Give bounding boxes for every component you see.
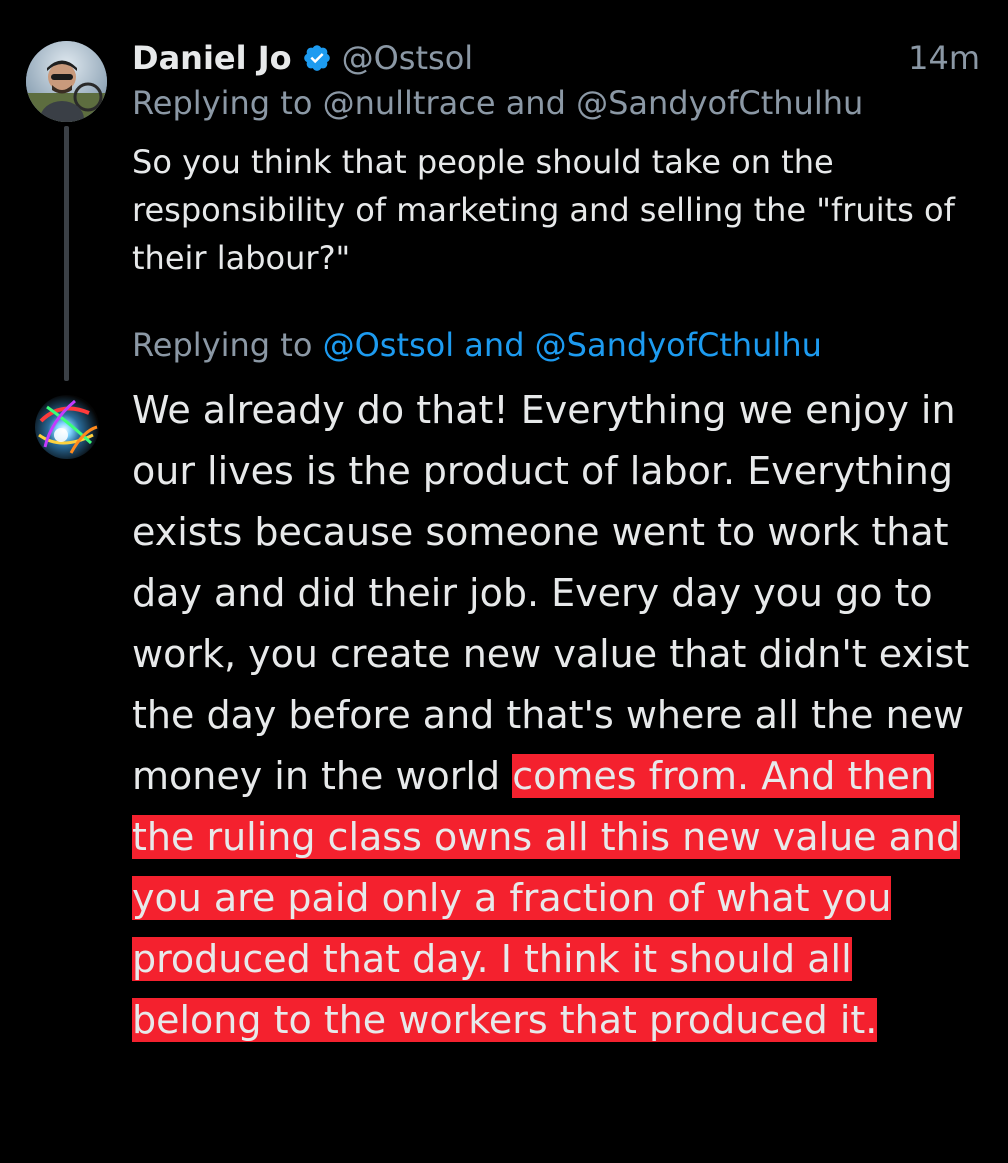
replying-to-mentions-link[interactable]: @Ostsol and @SandyofCthulhu: [323, 326, 822, 364]
avatar-abstract-icon: [31, 391, 103, 463]
author-display-name[interactable]: Daniel Jo: [132, 39, 292, 77]
verified-badge-icon: [303, 45, 330, 71]
reply-compose-text[interactable]: We already do that! Everything we enjoy …: [132, 380, 992, 1051]
parent-replying-to: Replying to @nulltrace and @SandyofCthul…: [132, 84, 864, 122]
thread-connector-line: [64, 126, 69, 381]
tweet-timestamp[interactable]: 14m: [908, 39, 980, 77]
reply-text-plain: We already do that! Everything we enjoy …: [132, 388, 970, 798]
parent-author-avatar[interactable]: [26, 41, 107, 122]
author-handle[interactable]: @Ostsol: [342, 39, 474, 77]
parent-tweet-header: Daniel Jo @Ostsol 14m: [132, 34, 980, 82]
avatar-photo-icon: [26, 41, 107, 122]
parent-tweet-text: So you think that people should take on …: [132, 143, 955, 277]
replying-to-prefix: Replying to: [132, 326, 323, 364]
reply-replying-to: Replying to @Ostsol and @SandyofCthulhu: [132, 326, 822, 364]
reply-author-avatar[interactable]: [31, 391, 103, 463]
